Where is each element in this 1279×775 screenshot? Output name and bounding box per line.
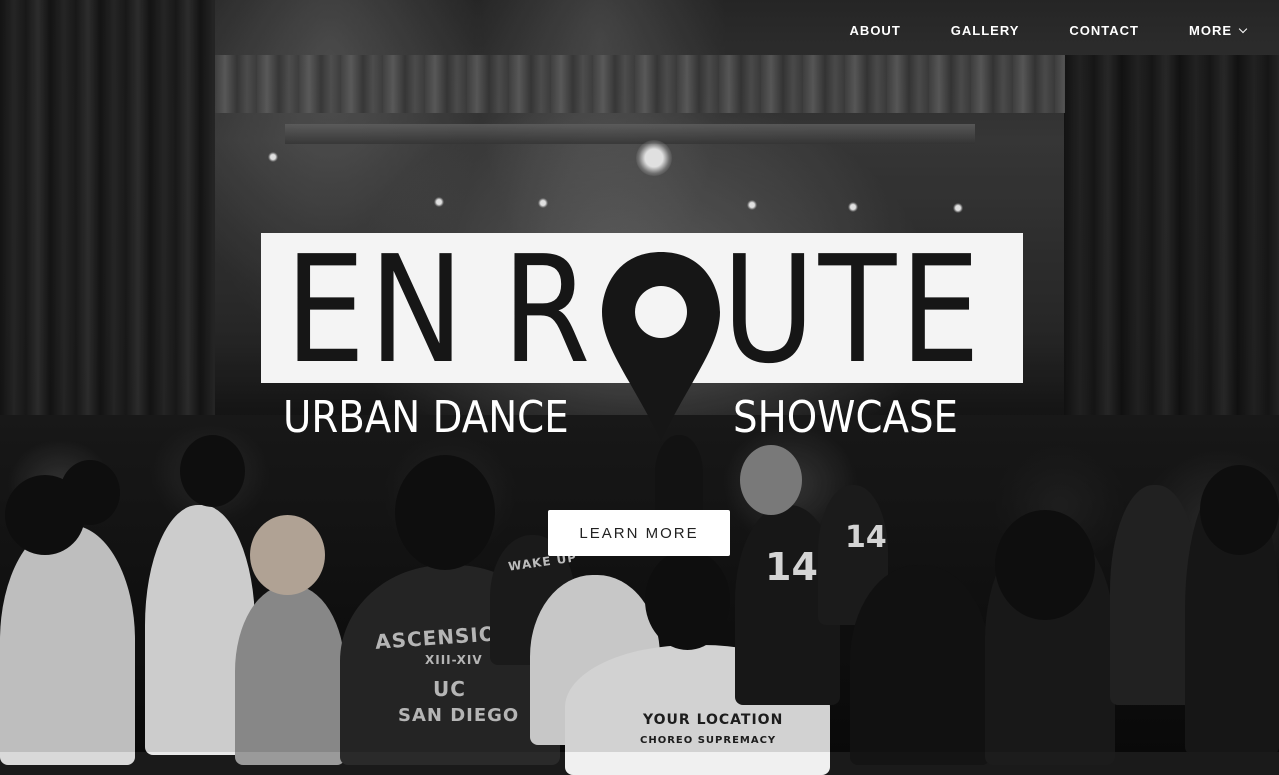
nav-gallery[interactable]: GALLERY [951,22,1020,39]
main-navigation: ABOUT GALLERY CONTACT MORE [850,22,1248,39]
logo-letter-r: R [502,224,594,396]
logo-word-ute: UTE [722,224,984,396]
nav-contact[interactable]: CONTACT [1069,22,1139,39]
learn-more-button[interactable]: LEARN MORE [548,510,730,556]
logo-subtitle-left: URBAN DANCE [283,392,569,443]
nav-more[interactable]: MORE [1189,22,1248,39]
chevron-down-icon [1238,24,1248,34]
nav-more-label: MORE [1189,23,1232,38]
nav-about[interactable]: ABOUT [850,22,901,39]
logo-subtitle-right: SHOWCASE [733,392,959,443]
logo-word-en: EN [285,224,468,396]
